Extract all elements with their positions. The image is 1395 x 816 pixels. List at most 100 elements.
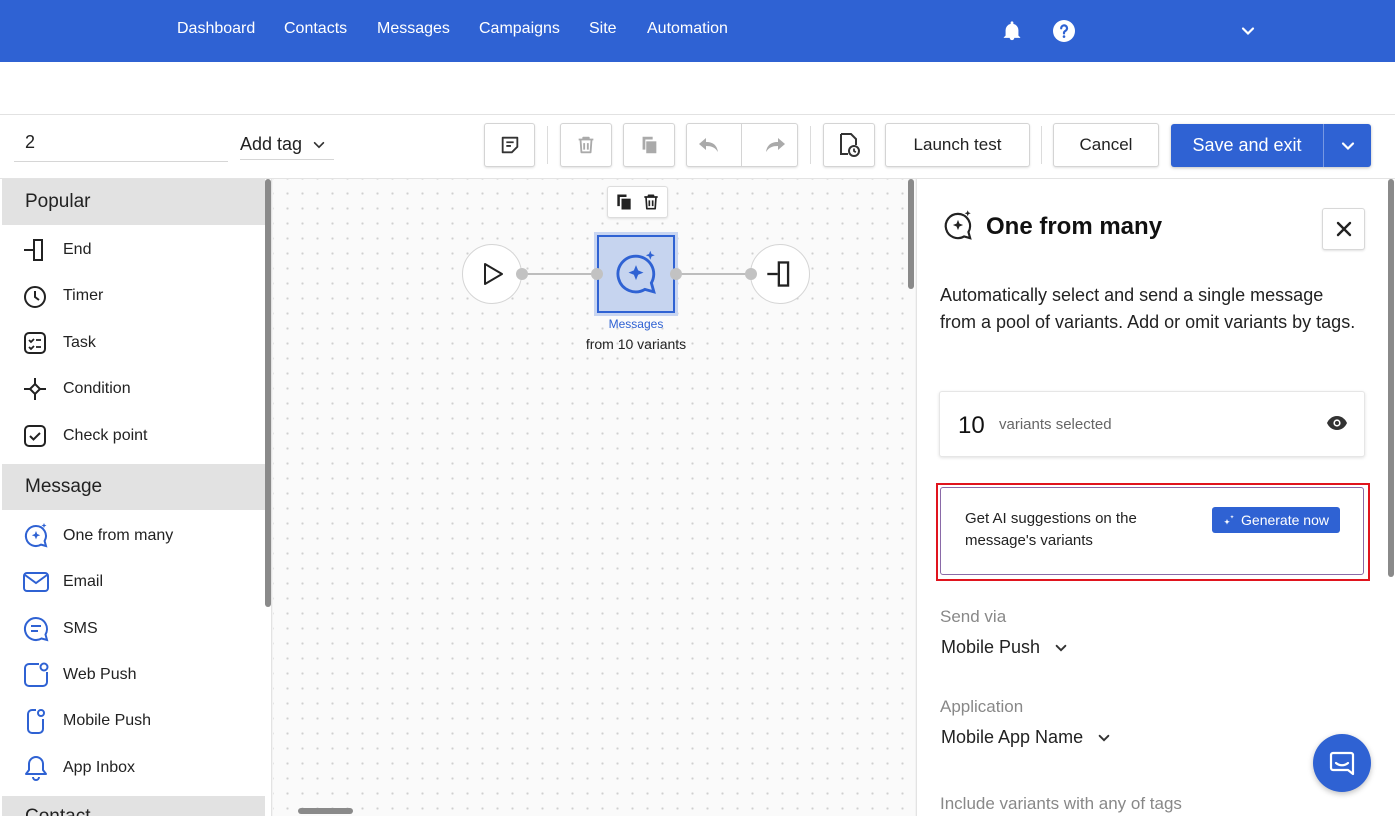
palette-item-sms[interactable]: SMS — [22, 614, 98, 644]
palette-item-one-from-many[interactable]: One from many — [22, 521, 173, 551]
play-icon — [484, 263, 503, 285]
chevron-down-icon — [1098, 734, 1110, 742]
close-icon — [1336, 221, 1351, 237]
nav-automation[interactable]: Automation — [647, 20, 728, 38]
redo-icon[interactable] — [763, 135, 787, 155]
send-via-label: Send via — [940, 607, 1007, 626]
palette-item-label: App Inbox — [63, 759, 136, 776]
condition-icon — [22, 375, 54, 403]
start-node[interactable] — [462, 244, 522, 304]
palette-item-label: Check point — [63, 427, 148, 444]
file-history-icon — [840, 133, 860, 157]
timer-icon — [22, 282, 54, 310]
nav-contacts[interactable]: Contacts — [284, 20, 347, 38]
undo-redo-group — [686, 123, 798, 167]
section-message: Message — [2, 464, 265, 510]
sub-header — [0, 62, 1395, 115]
send-via-dropdown[interactable]: Mobile Push — [941, 637, 1068, 658]
palette-item-web-push[interactable]: Web Push — [22, 660, 137, 690]
ai-message-icon — [616, 250, 656, 294]
chevron-down-icon[interactable] — [1235, 18, 1261, 44]
palette-item-check-point[interactable]: Check point — [22, 421, 148, 451]
variants-text: variants selected — [999, 416, 1112, 433]
sms-icon — [22, 615, 54, 643]
note-icon — [501, 136, 518, 154]
copy-button[interactable] — [623, 123, 675, 167]
add-tag-label: Add tag — [240, 134, 303, 154]
top-navigation: Dashboard Contacts Messages Campaigns Si… — [0, 0, 1395, 62]
save-and-exit-button[interactable]: Save and exit — [1171, 124, 1371, 167]
nav-campaigns[interactable]: Campaigns — [479, 20, 560, 38]
mobile-push-icon — [22, 707, 54, 735]
close-button[interactable] — [1322, 208, 1365, 250]
palette-item-label: Web Push — [63, 666, 137, 683]
palette-item-condition[interactable]: Condition — [22, 374, 131, 404]
add-tag-dropdown[interactable]: Add tag — [240, 130, 334, 160]
palette-item-end[interactable]: End — [22, 235, 91, 265]
workflow-name-input[interactable] — [14, 124, 228, 162]
palette-item-timer[interactable]: Timer — [22, 281, 103, 311]
chevron-down-icon — [1341, 141, 1354, 150]
ai-message-icon — [944, 210, 972, 240]
ai-suggestions-text: Get AI suggestions on the message's vari… — [965, 510, 1137, 549]
notes-button[interactable] — [484, 123, 535, 167]
panel-scrollbar[interactable] — [1388, 179, 1394, 577]
panel-description: Automatically select and send a single m… — [940, 285, 1356, 332]
nav-messages[interactable]: Messages — [377, 20, 450, 38]
panel-title: One from many — [986, 213, 1163, 240]
nav-dashboard[interactable]: Dashboard — [177, 20, 255, 38]
node-label: Messages — [608, 317, 664, 331]
end-icon — [767, 261, 790, 287]
palette-item-label: Email — [63, 573, 104, 590]
generate-now-button[interactable]: Generate now — [1212, 507, 1340, 533]
chevron-down-icon — [1055, 644, 1067, 652]
send-via-value: Mobile Push — [941, 637, 1041, 657]
end-node[interactable] — [750, 244, 810, 304]
generate-now-label: Generate now — [1241, 512, 1329, 528]
palette-item-mobile-push[interactable]: Mobile Push — [22, 706, 151, 736]
eye-icon[interactable] — [1326, 415, 1348, 431]
ai-suggestions-box: Get AI suggestions on the message's vari… — [940, 487, 1364, 575]
palette-item-label: End — [63, 241, 92, 258]
variants-count: 10 — [958, 412, 985, 439]
check-point-icon — [22, 422, 54, 450]
section-contact: Contact — [2, 796, 265, 816]
trash-icon[interactable] — [641, 192, 661, 212]
nav-site[interactable]: Site — [589, 20, 617, 38]
application-dropdown[interactable]: Mobile App Name — [941, 727, 1111, 748]
palette-item-label: Task — [63, 334, 96, 351]
chevron-down-icon — [313, 141, 325, 148]
palette-item-label: Condition — [63, 380, 131, 397]
help-icon[interactable] — [1051, 18, 1077, 44]
launch-test-button[interactable]: Launch test — [885, 123, 1030, 167]
copy-icon[interactable] — [614, 192, 634, 212]
save-options-toggle[interactable] — [1323, 124, 1371, 167]
variants-card[interactable]: 10 variants selected — [939, 391, 1365, 457]
palette-item-label: Timer — [63, 287, 104, 304]
palette-item-email[interactable]: Email — [22, 567, 103, 597]
delete-button[interactable] — [560, 123, 612, 167]
node-subtitle: from 10 variants — [585, 336, 687, 352]
palette-item-app-inbox[interactable]: App Inbox — [22, 753, 135, 783]
end-icon — [22, 236, 54, 264]
palette-item-task[interactable]: Task — [22, 328, 96, 358]
bell-icon[interactable] — [999, 18, 1025, 44]
include-tags-label: Include variants with any of tags — [940, 794, 1182, 813]
sparkle-icon — [1224, 515, 1234, 525]
one-from-many-node[interactable] — [594, 232, 678, 316]
canvas-horizontal-scrollbar[interactable] — [298, 808, 353, 814]
canvas-vertical-scrollbar[interactable] — [908, 179, 914, 289]
node-tools — [607, 186, 668, 218]
node-palette: Popular End Timer Task Condition Check p… — [0, 179, 272, 816]
undo-icon[interactable] — [697, 135, 721, 155]
trash-icon — [578, 136, 594, 154]
application-label: Application — [940, 697, 1024, 716]
ai-message-icon — [22, 522, 54, 550]
version-history-button[interactable] — [823, 123, 875, 167]
sidebar-scrollbar[interactable] — [265, 179, 271, 607]
save-and-exit-label: Save and exit — [1192, 135, 1302, 155]
cancel-button[interactable]: Cancel — [1053, 123, 1159, 167]
web-push-icon — [22, 661, 54, 689]
chat-button[interactable] — [1313, 734, 1371, 792]
palette-item-label: Mobile Push — [63, 712, 152, 729]
